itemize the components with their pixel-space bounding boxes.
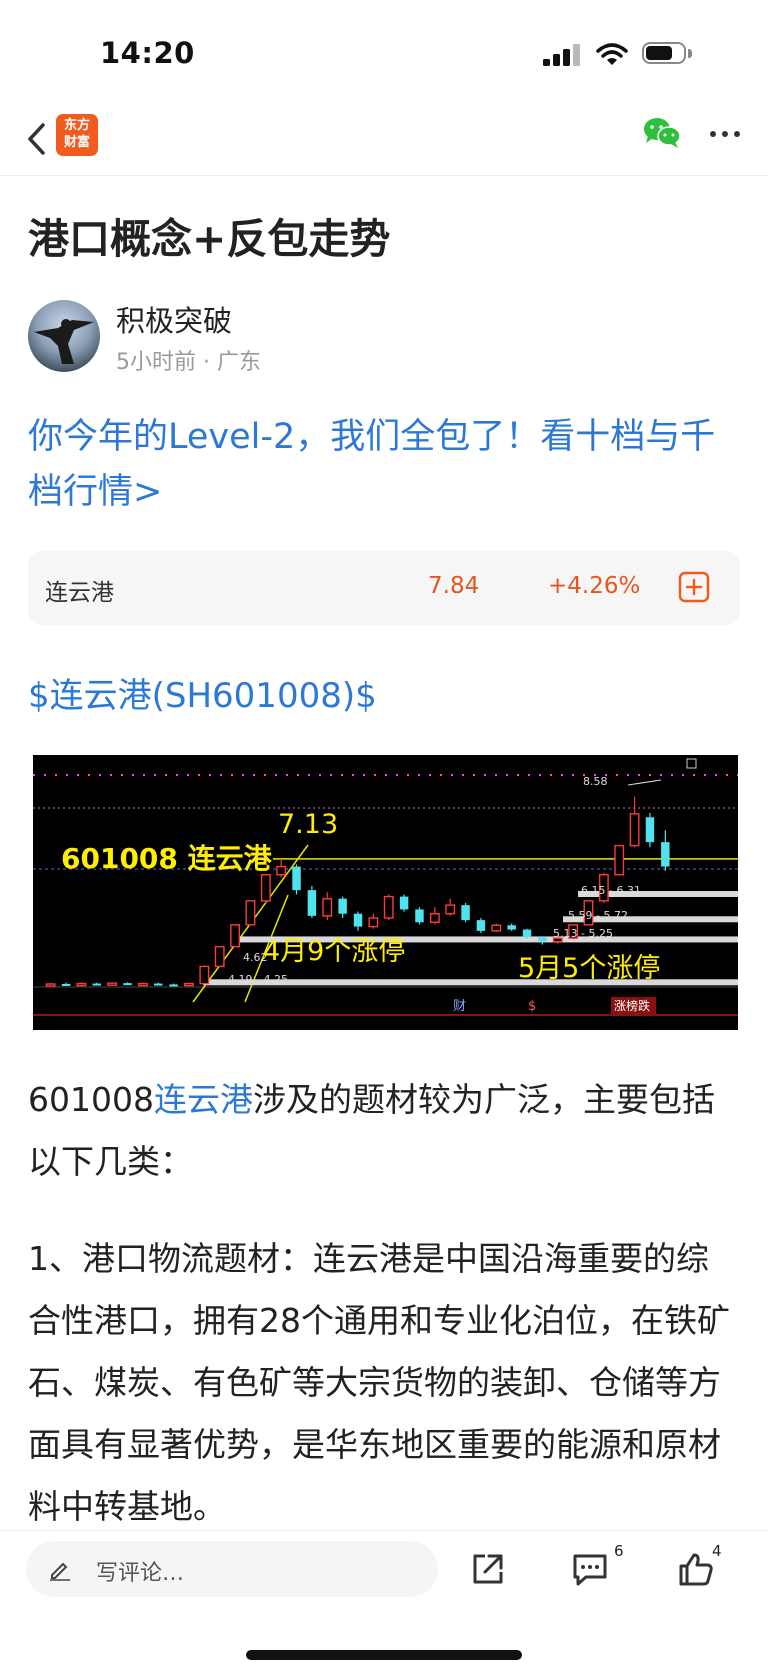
add-watchlist-icon[interactable] [678, 571, 710, 603]
stock-tag-link[interactable]: $连云港(SH601008)$ [28, 668, 377, 717]
candle-body [154, 983, 163, 986]
candle-body [260, 874, 271, 902]
candle-body [292, 866, 301, 891]
chart-footer-a: 财 [453, 999, 466, 1014]
candle-body [307, 890, 317, 916]
candle-body [338, 898, 347, 914]
candle-body [169, 984, 178, 987]
quote-change: +4.26% [548, 573, 641, 599]
like-icon[interactable] [678, 1551, 714, 1587]
candle-body [322, 898, 333, 917]
range-a-label: 4.19 - 4.25 [228, 973, 288, 986]
candle-body [61, 984, 71, 986]
candle-body [415, 909, 424, 923]
candle-body [123, 983, 132, 986]
wifi-icon [596, 43, 628, 65]
chart-footer-b: $ [528, 999, 536, 1014]
bottom-action-bar: 写评论… 6 4 [0, 1530, 768, 1670]
status-time: 14:20 [100, 36, 195, 70]
candle-body [45, 983, 56, 987]
candle-body [614, 844, 625, 876]
peak1-label: 7.13 [278, 809, 338, 840]
candle-body [353, 913, 363, 927]
candle-body [399, 896, 409, 910]
app-logo[interactable]: 东方 财富 [56, 114, 98, 156]
stock-code-text: 601008 [28, 1080, 154, 1119]
nav-bar: 东方 财富 [0, 105, 768, 176]
signal-icon [543, 44, 581, 66]
quote-price: 7.84 [428, 573, 480, 599]
candle-body [629, 813, 640, 847]
candle-body [107, 982, 118, 986]
comment-count: 6 [614, 1542, 624, 1560]
stock-name-link[interactable]: 连云港 [154, 1080, 253, 1119]
candle-body [245, 900, 256, 926]
like-count: 4 [712, 1542, 722, 1560]
candle-body [214, 946, 225, 968]
quote-stock-name: 连云港 [45, 580, 114, 606]
candle-body [383, 895, 394, 919]
candle-body [76, 982, 87, 987]
author-avatar[interactable] [28, 300, 100, 372]
author-name[interactable]: 积极突破 [116, 298, 232, 340]
chart-title-label: 601008 连云港 [61, 842, 273, 875]
range-c-label: 5.13 - 5.25 [553, 927, 613, 940]
caption-may: 5月5个涨停 [518, 953, 660, 984]
comment-placeholder: 写评论… [96, 1561, 185, 1586]
candle-body [522, 929, 532, 938]
candle-body [661, 842, 670, 867]
article-paragraph-1: 601008连云港涉及的题材较为广泛，主要包括以下几类： [28, 1069, 740, 1193]
post-meta: 5小时前 · 广东 [116, 350, 261, 375]
logo-text-top: 东方 [63, 118, 90, 133]
range-e-label: 6.15 - 6.31 [581, 884, 641, 897]
wechat-share-icon[interactable] [642, 116, 682, 150]
kline-chart-svg: 8.58 7.13 601008 连云港 4.19 - 4.25 4.62 5.… [33, 758, 738, 1016]
candle-body [476, 920, 486, 931]
candle-body [92, 983, 102, 986]
candle-body [184, 982, 194, 987]
candle-body [538, 937, 547, 942]
candle-body [461, 905, 470, 921]
article-title: 港口概念+反包走势 [28, 215, 391, 263]
more-icon[interactable] [708, 119, 742, 149]
chart-square-icon [686, 758, 697, 769]
peak2-label: 8.58 [583, 775, 608, 788]
candle-body [645, 817, 655, 843]
candle-body [199, 965, 210, 985]
candle-body [445, 904, 456, 915]
candle-body [491, 924, 502, 932]
stock-quote-card[interactable]: 连云港 7.84 +4.26% [28, 551, 740, 625]
article-paragraph-2: 1、港口物流题材：连云港是中国沿海重要的综合性港口，拥有28个通用和专业化泊位，… [28, 1239, 730, 1526]
peak-pointer [627, 779, 662, 786]
battery-icon [642, 42, 694, 68]
candle-body [276, 865, 287, 876]
candle-body [429, 913, 440, 923]
chart-footer-c: 涨榜跌 [614, 998, 650, 1013]
candle-body [230, 924, 240, 948]
logo-text-bottom: 财富 [63, 135, 90, 150]
range-d-label: 5.59 - 5.72 [568, 909, 628, 922]
pencil-icon [50, 1562, 70, 1581]
comment-icon[interactable] [572, 1553, 608, 1587]
candle-body [507, 925, 516, 930]
candle-body [137, 982, 148, 987]
level2-promo-link[interactable]: 你今年的Level-2，我们全包了！看十档与千档行情> [28, 410, 728, 520]
comment-input[interactable]: 写评论… [26, 1541, 438, 1597]
candle-body [368, 917, 379, 928]
share-icon[interactable] [471, 1552, 505, 1586]
home-indicator [246, 1650, 522, 1660]
kline-chart-image[interactable]: 8.58 7.13 601008 连云港 4.19 - 4.25 4.62 5.… [33, 755, 738, 1030]
caption-april: 4月9个涨停 [263, 936, 405, 967]
